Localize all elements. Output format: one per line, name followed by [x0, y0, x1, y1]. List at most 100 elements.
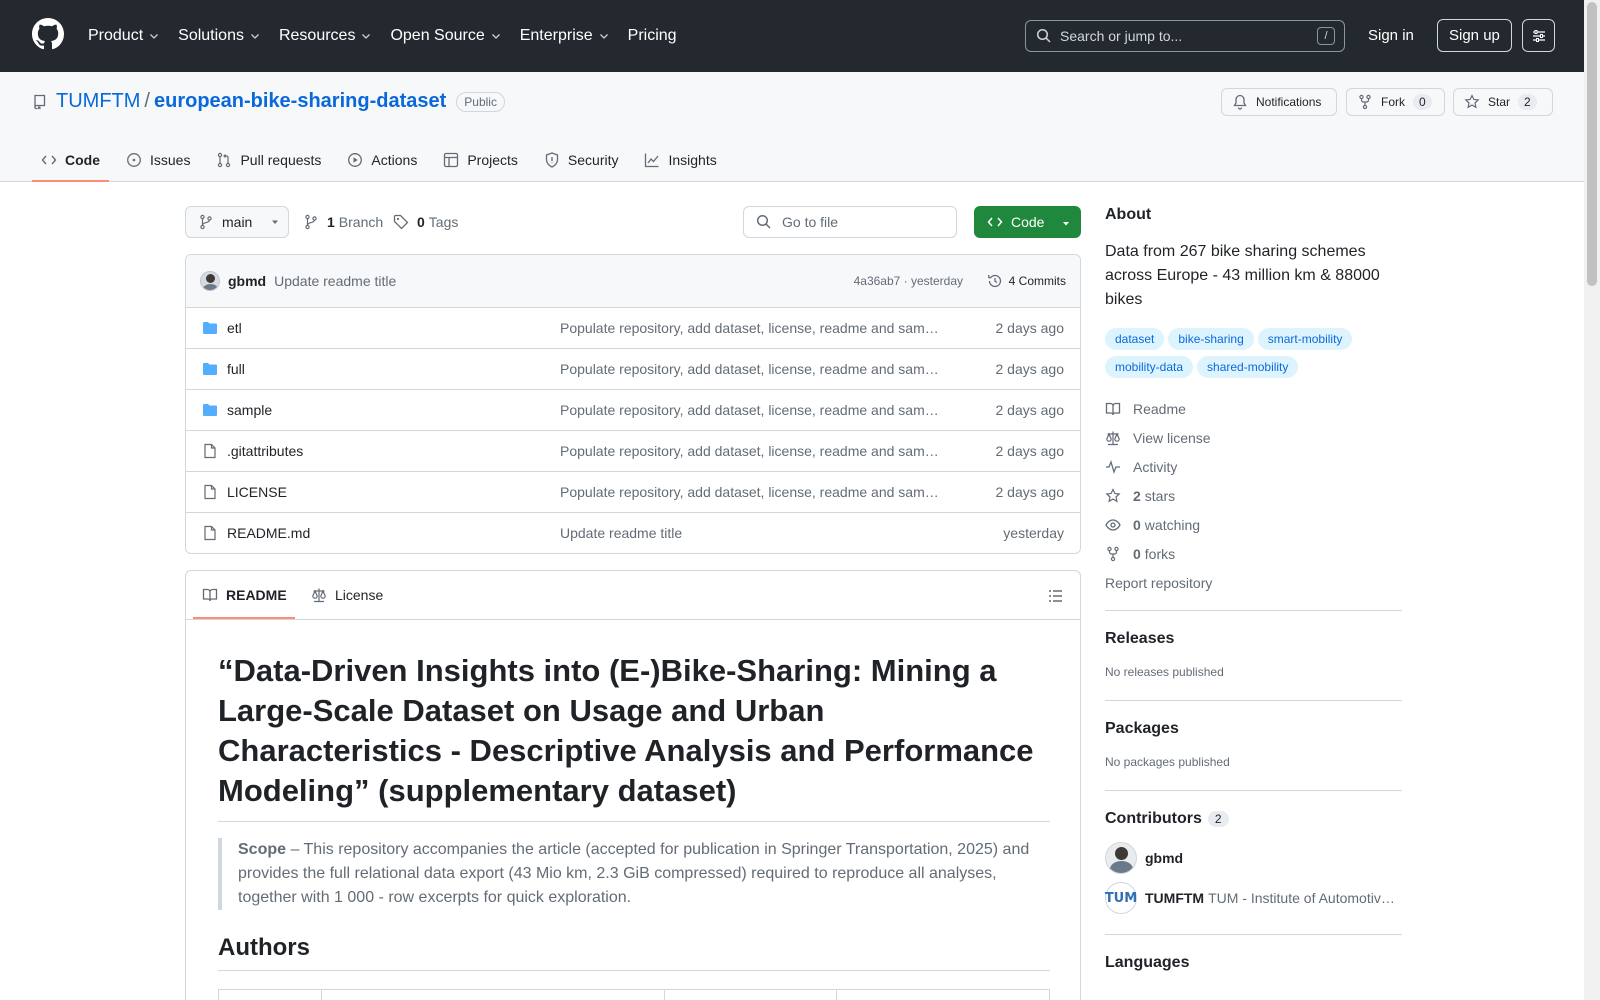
file-row[interactable]: README.md Update readme title yesterday [186, 513, 1080, 553]
avatar[interactable] [200, 271, 220, 291]
contributor-item[interactable]: gbmd [1105, 842, 1402, 874]
topic-tag[interactable]: shared-mobility [1197, 356, 1299, 378]
tab-security[interactable]: Security [535, 138, 628, 182]
stars-link[interactable]: 2 stars [1105, 481, 1402, 510]
activity-link[interactable]: Activity [1105, 452, 1402, 481]
topic-tag[interactable]: bike-sharing [1168, 328, 1254, 350]
file-row[interactable]: full Populate repository, add dataset, l… [186, 349, 1080, 390]
file-age: 2 days ago [995, 402, 1065, 418]
book-icon [202, 588, 218, 602]
languages-section: Languages [1105, 934, 1402, 972]
tab-actions[interactable]: Actions [338, 138, 426, 182]
license-link[interactable]: View license [1105, 423, 1402, 452]
repo-name-link[interactable]: european-bike-sharing-dataset [154, 90, 446, 113]
readme-scope-quote: Scope – This repository accompanies the … [218, 838, 1050, 910]
file-row[interactable]: LICENSE Populate repository, add dataset… [186, 472, 1080, 513]
sign-in-link[interactable]: Sign in [1368, 27, 1414, 44]
file-name[interactable]: full [227, 361, 245, 377]
tags-link[interactable]: 0 Tags [393, 214, 458, 230]
topic-tag[interactable]: mobility-data [1105, 356, 1194, 378]
search-placeholder: Search or jump to... [1060, 28, 1183, 44]
star-icon [1464, 94, 1480, 109]
watching-count: 0 [1133, 516, 1141, 533]
packages-title[interactable]: Packages [1105, 720, 1402, 738]
contributor-login: TUMFTM [1145, 890, 1205, 906]
forks-link[interactable]: 0 forks [1105, 539, 1402, 568]
commit-hash-time[interactable]: 4a36ab7 · yesterday [854, 274, 963, 288]
go-to-file-placeholder: Go to file [782, 214, 839, 230]
file-row[interactable]: sample Populate repository, add dataset,… [186, 390, 1080, 431]
file-age: yesterday [1003, 525, 1064, 541]
nav-resources[interactable]: Resources [279, 27, 372, 45]
readme-panel: README License “Data-Driven Insights int… [185, 570, 1081, 1000]
fork-button[interactable]: Fork 0 [1346, 88, 1445, 116]
list-unordered-icon[interactable] [1048, 588, 1064, 604]
notifications-button[interactable]: Notifications [1221, 88, 1337, 116]
tab-pull-requests[interactable]: Pull requests [207, 138, 330, 182]
tab-issues[interactable]: Issues [117, 138, 199, 182]
file-row[interactable]: etl Populate repository, add dataset, li… [186, 308, 1080, 349]
latest-commit-bar: gbmd Update readme title 4a36ab7 · yeste… [186, 255, 1080, 308]
tag-label: Tags [428, 214, 459, 230]
page-scrollbar[interactable] [1584, 0, 1600, 1000]
repo-owner-link[interactable]: TUMFTM [56, 90, 140, 113]
law-icon [312, 588, 326, 603]
search-shortcut-key: / [1317, 27, 1335, 45]
nav-product[interactable]: Product [88, 27, 160, 45]
file-commit-message[interactable]: Populate repository, add dataset, licens… [560, 402, 944, 418]
global-search-input[interactable]: Search or jump to... / [1025, 20, 1345, 52]
topic-tag[interactable]: dataset [1105, 328, 1165, 350]
contributors-heading[interactable]: Contributors 2 [1105, 810, 1402, 828]
issue-icon [127, 153, 141, 167]
file-name[interactable]: sample [227, 402, 272, 418]
caret-down-icon [272, 220, 279, 224]
commit-message[interactable]: Update readme title [274, 273, 396, 289]
tab-license[interactable]: License [311, 587, 383, 603]
releases-title[interactable]: Releases [1105, 630, 1402, 648]
branch-selector[interactable]: main [185, 206, 289, 238]
tab-code-label: Code [65, 152, 100, 168]
sign-up-button[interactable]: Sign up [1437, 19, 1512, 52]
star-count: 2 [1518, 94, 1537, 110]
go-to-file-input[interactable]: Go to file [743, 206, 957, 238]
contributor-item[interactable]: TUM TUMFTM TUM - Institute of Automotive… [1105, 882, 1402, 914]
readme-link[interactable]: Readme [1105, 394, 1402, 423]
tab-readme[interactable]: README [202, 587, 287, 603]
nav-open-source[interactable]: Open Source [390, 27, 501, 45]
packages-section: Packages No packages published [1105, 700, 1402, 790]
star-button[interactable]: Star 2 [1453, 88, 1553, 116]
nav-solutions[interactable]: Solutions [178, 27, 261, 45]
commit-author[interactable]: gbmd [228, 273, 266, 289]
nav-enterprise[interactable]: Enterprise [520, 27, 610, 45]
folder-icon [203, 363, 217, 375]
table-icon [444, 152, 459, 168]
file-commit-message[interactable]: Populate repository, add dataset, licens… [560, 361, 944, 377]
nav-pricing[interactable]: Pricing [628, 27, 677, 45]
report-repository-link[interactable]: Report repository [1105, 568, 1402, 597]
file-row[interactable]: .gitattributes Populate repository, add … [186, 431, 1080, 472]
file-name[interactable]: etl [227, 320, 242, 336]
branches-link[interactable]: 1 Branch [303, 214, 383, 230]
file-commit-message[interactable]: Populate repository, add dataset, licens… [560, 443, 944, 459]
watchers-link[interactable]: 0 watching [1105, 510, 1402, 539]
tab-code[interactable]: Code [32, 138, 109, 182]
tab-insights[interactable]: Insights [635, 138, 725, 182]
commits-history-link[interactable]: 4 Commits [987, 273, 1066, 289]
code-dropdown-button[interactable]: Code [974, 206, 1081, 238]
global-header: Product Solutions Resources Open Source … [0, 0, 1584, 72]
tab-projects[interactable]: Projects [434, 138, 527, 182]
preferences-button[interactable] [1522, 19, 1555, 52]
scrollbar-thumb[interactable] [1587, 2, 1597, 286]
folder-icon [203, 322, 217, 334]
github-logo-icon[interactable] [32, 18, 64, 50]
law-icon [1106, 431, 1120, 445]
file-commit-message[interactable]: Update readme title [560, 525, 944, 541]
file-name[interactable]: LICENSE [227, 484, 287, 500]
file-commit-message[interactable]: Populate repository, add dataset, licens… [560, 320, 944, 336]
file-name[interactable]: .gitattributes [227, 443, 303, 459]
file-name[interactable]: README.md [227, 525, 310, 541]
file-commit-message[interactable]: Populate repository, add dataset, licens… [560, 484, 944, 500]
pull-request-icon [218, 152, 231, 168]
caret-down-icon [1063, 222, 1069, 226]
topic-tag[interactable]: smart-mobility [1257, 328, 1353, 350]
